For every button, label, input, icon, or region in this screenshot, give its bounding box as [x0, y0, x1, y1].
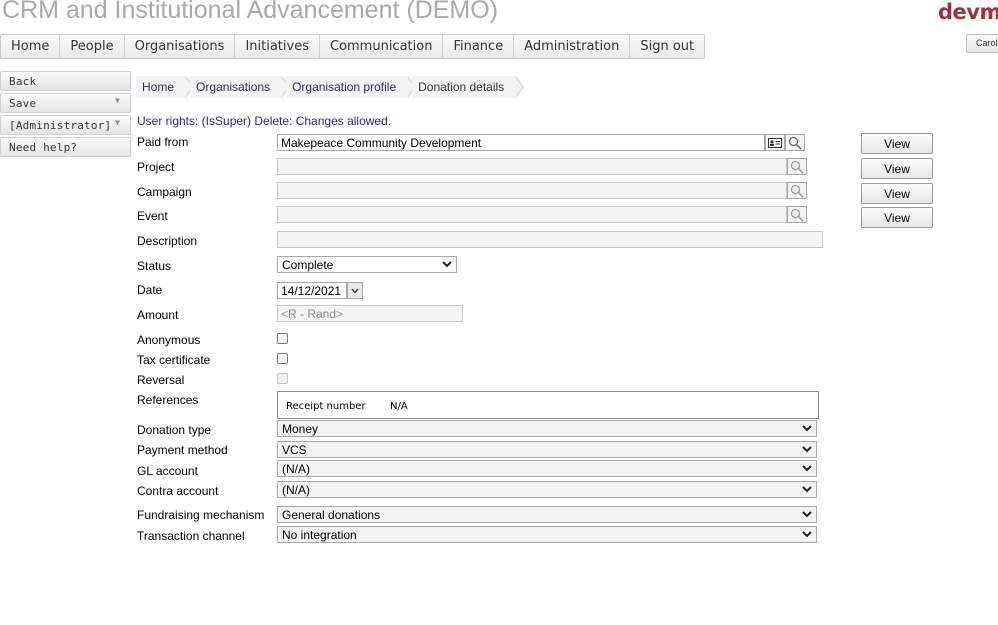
event-input[interactable]	[277, 206, 787, 223]
save-button[interactable]: Save ▼	[0, 93, 131, 113]
view-campaign-button[interactable]: View	[861, 183, 933, 204]
chevron-down-icon: ▼	[114, 118, 120, 127]
menu-item-organisations[interactable]: Organisations	[125, 35, 236, 58]
receipt-number-key: Receipt number	[286, 401, 366, 412]
contra-account-value: (N/A)	[282, 483, 310, 497]
role-selector[interactable]: [Administrator] ▼	[0, 115, 131, 135]
description-input[interactable]	[277, 231, 823, 248]
status-value: Complete	[282, 258, 334, 272]
gl-account-value: (N/A)	[282, 462, 310, 476]
reversal-checkbox[interactable]	[277, 373, 288, 384]
donation-type-value: Money	[282, 422, 319, 436]
user-menu-button[interactable]: Carol	[966, 34, 998, 53]
description-label: Description	[137, 234, 198, 248]
role-label: [Administrator]	[9, 119, 112, 132]
breadcrumb-donation-details[interactable]: Donation details	[412, 76, 525, 98]
date-input[interactable]: 14/12/2021	[277, 282, 347, 299]
chevron-down-icon	[802, 465, 812, 472]
fundraising-mechanism-label: Fundraising mechanism	[137, 508, 265, 522]
donation-type-select[interactable]: Money	[277, 420, 817, 437]
gl-account-label: GL account	[137, 464, 198, 478]
user-rights-text: User rights: (IsSuper) Delete: Changes a…	[137, 114, 392, 128]
chevron-down-icon	[802, 531, 812, 538]
transaction-channel-label: Transaction channel	[137, 529, 245, 543]
amount-label: Amount	[137, 308, 179, 322]
campaign-label: Campaign	[137, 185, 192, 199]
menu-item-people[interactable]: People	[60, 35, 125, 58]
breadcrumb-home[interactable]: Home	[136, 76, 195, 98]
contra-account-select[interactable]: (N/A)	[277, 481, 817, 498]
search-icon[interactable]	[787, 158, 807, 175]
sidebar: Back Save ▼ [Administrator] ▼ Need help?	[0, 71, 131, 159]
paid-from-label: Paid from	[137, 135, 189, 149]
view-event-button[interactable]: View	[861, 207, 933, 228]
chevron-down-icon	[442, 261, 452, 268]
chevron-down-icon: ▼	[114, 96, 120, 105]
tax-certificate-label: Tax certificate	[137, 353, 211, 367]
event-label: Event	[137, 209, 168, 223]
status-label: Status	[137, 259, 172, 273]
breadcrumb-organisation-profile[interactable]: Organisation profile	[286, 76, 417, 98]
back-label: Back	[9, 75, 37, 88]
fundraising-mechanism-select[interactable]: General donations	[277, 506, 817, 523]
payment-method-select[interactable]: VCS	[277, 441, 817, 458]
help-label: Need help?	[9, 141, 78, 154]
date-label: Date	[137, 283, 163, 297]
tax-certificate-checkbox[interactable]	[277, 353, 288, 364]
anonymous-label: Anonymous	[137, 333, 201, 347]
main-menu: Home People Organisations Initiatives Co…	[0, 34, 706, 59]
fundraising-mechanism-value: General donations	[282, 508, 381, 522]
donation-type-label: Donation type	[137, 423, 212, 437]
chevron-down-icon	[351, 288, 359, 294]
menu-item-sign-out[interactable]: Sign out	[630, 35, 704, 58]
chevron-down-icon	[802, 486, 812, 493]
chevron-down-icon	[802, 446, 812, 453]
back-button[interactable]: Back	[0, 71, 131, 91]
breadcrumb-organisations[interactable]: Organisations	[190, 76, 291, 98]
view-project-button[interactable]: View	[861, 158, 933, 179]
brand-logo: devm	[938, 0, 998, 24]
anonymous-checkbox[interactable]	[277, 333, 288, 344]
view-paid-from-button[interactable]: View	[861, 133, 933, 154]
references-box: Receipt number N/A	[277, 391, 819, 419]
breadcrumb: Home Organisations Organisation profile …	[136, 76, 525, 98]
project-label: Project	[137, 160, 175, 174]
gl-account-select[interactable]: (N/A)	[277, 460, 817, 477]
payment-method-value: VCS	[282, 443, 307, 457]
reversal-label: Reversal	[137, 373, 185, 387]
search-icon[interactable]	[785, 134, 805, 151]
chevron-down-icon	[802, 511, 812, 518]
menu-item-initiatives[interactable]: Initiatives	[235, 35, 320, 58]
search-icon[interactable]	[787, 182, 807, 199]
help-button[interactable]: Need help?	[0, 137, 131, 157]
transaction-channel-value: No integration	[282, 528, 357, 542]
transaction-channel-select[interactable]: No integration	[277, 526, 817, 543]
payment-method-label: Payment method	[137, 443, 228, 457]
contra-account-label: Contra account	[137, 484, 219, 498]
status-select[interactable]: Complete	[277, 256, 457, 273]
menu-item-finance[interactable]: Finance	[443, 35, 515, 58]
chevron-down-icon	[802, 425, 812, 432]
project-input[interactable]	[277, 158, 787, 175]
save-label: Save	[9, 97, 37, 110]
app-title: CRM and Institutional Advancement (DEMO)	[2, 0, 499, 24]
menu-item-administration[interactable]: Administration	[514, 35, 631, 58]
search-icon[interactable]	[787, 206, 807, 223]
calendar-dropdown-button[interactable]	[347, 282, 363, 299]
references-label: References	[137, 393, 199, 407]
amount-input[interactable]: <R - Rand>	[277, 305, 463, 322]
menu-item-communication[interactable]: Communication	[320, 35, 444, 58]
receipt-number-value: N/A	[390, 401, 408, 412]
menu-item-home[interactable]: Home	[1, 35, 61, 58]
contact-card-icon[interactable]	[765, 134, 785, 151]
campaign-input[interactable]	[277, 182, 787, 199]
paid-from-input[interactable]: Makepeace Community Development	[277, 134, 765, 151]
